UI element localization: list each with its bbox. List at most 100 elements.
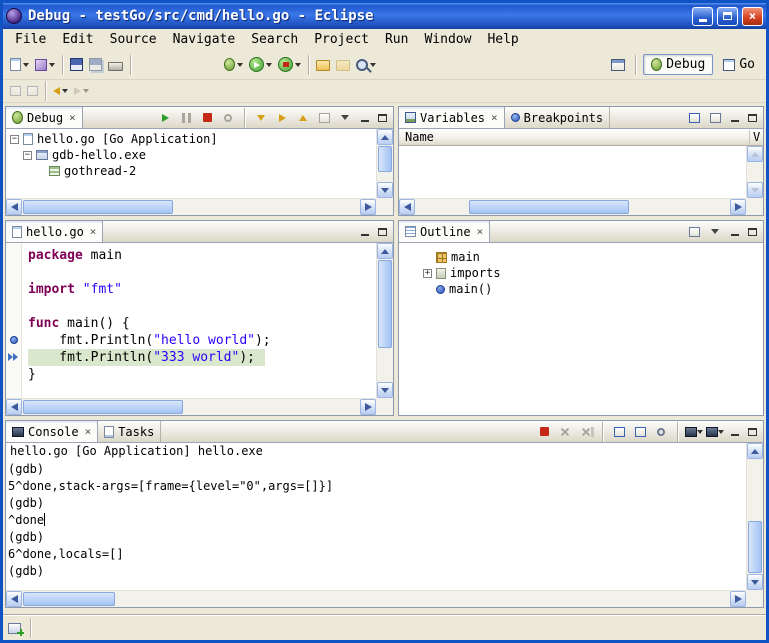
sort-button[interactable]	[685, 223, 703, 240]
disconnect-button[interactable]	[219, 109, 237, 126]
titlebar[interactable]: Debug - testGo/src/cmd/hello.go - Eclips…	[3, 3, 766, 29]
new-button[interactable]	[7, 53, 32, 77]
open-folder-button[interactable]	[313, 53, 333, 77]
tab-close-icon[interactable]: ×	[477, 225, 484, 238]
editor-ruler[interactable]	[6, 243, 22, 398]
variables-vertical-scrollbar[interactable]	[746, 146, 763, 198]
remove-all-launches-button[interactable]	[577, 423, 595, 440]
tab-close-icon[interactable]: ×	[85, 425, 92, 438]
remove-launch-button[interactable]	[556, 423, 574, 440]
debug-tree-item[interactable]: gothread-2	[6, 163, 376, 179]
open-console-button[interactable]	[706, 423, 724, 440]
tab-outline[interactable]: Outline ×	[399, 221, 490, 242]
maximize-view-button[interactable]	[745, 425, 760, 439]
tab-close-icon[interactable]: ×	[491, 111, 498, 124]
step-filters-button[interactable]	[315, 109, 333, 126]
minimize-view-button[interactable]	[357, 111, 372, 125]
debug-tree-item[interactable]: −hello.go [Go Application]	[6, 131, 376, 147]
terminate-console-button[interactable]	[535, 423, 553, 440]
breakpoint-icon[interactable]	[10, 336, 18, 344]
scrollbar-thumb[interactable]	[23, 400, 183, 414]
scroll-down-button[interactable]	[377, 182, 393, 198]
step-over-button[interactable]	[273, 109, 291, 126]
minimize-view-button[interactable]	[727, 111, 742, 125]
search-button[interactable]	[353, 53, 379, 77]
scroll-left-button[interactable]	[6, 199, 22, 215]
forward-button[interactable]	[71, 79, 92, 103]
outline-item[interactable]: main	[423, 249, 761, 265]
save-all-button[interactable]	[86, 53, 105, 77]
minimize-view-button[interactable]	[727, 225, 742, 239]
scroll-up-button[interactable]	[747, 443, 763, 459]
outline-item[interactable]: main()	[423, 281, 761, 297]
scroll-left-button[interactable]	[6, 399, 22, 415]
menu-navigate[interactable]: Navigate	[165, 30, 244, 49]
tab-variables[interactable]: Variables×	[399, 107, 505, 128]
fast-view-button[interactable]	[8, 623, 21, 634]
step-into-button[interactable]	[252, 109, 270, 126]
back-button[interactable]	[50, 79, 71, 103]
menu-window[interactable]: Window	[416, 30, 479, 49]
scroll-right-button[interactable]	[360, 199, 376, 215]
menu-run[interactable]: Run	[377, 30, 416, 49]
debug-tree-item[interactable]: −gdb-hello.exe	[6, 147, 376, 163]
scroll-up-button[interactable]	[377, 129, 393, 145]
expander-icon[interactable]: +	[423, 269, 432, 278]
run-button[interactable]	[246, 53, 275, 77]
scroll-down-button[interactable]	[377, 382, 393, 398]
editor-body[interactable]: package main import "fmt" func main() { …	[6, 243, 393, 415]
external-tools-button[interactable]	[275, 53, 304, 77]
editor-code[interactable]: package main import "fmt" func main() { …	[22, 243, 376, 398]
window-close-button[interactable]: ×	[742, 7, 763, 26]
pin-console-button[interactable]	[652, 423, 670, 440]
tab-close-icon[interactable]: ×	[90, 225, 97, 238]
scroll-up-button[interactable]	[747, 146, 763, 162]
tab-close-icon[interactable]: ×	[69, 111, 76, 124]
column-name[interactable]: Name	[399, 130, 749, 144]
scroll-up-button[interactable]	[377, 243, 393, 259]
menu-file[interactable]: File	[7, 30, 54, 49]
debug-button[interactable]	[221, 53, 246, 77]
view-menu-button[interactable]	[336, 109, 354, 126]
show-logical-structure-button[interactable]	[685, 109, 703, 126]
terminate-button[interactable]	[198, 109, 216, 126]
skip-breakpoints-button[interactable]	[7, 79, 24, 103]
display-console-button[interactable]	[685, 423, 703, 440]
instruction-pointer-icon[interactable]	[8, 353, 20, 361]
perspective-debug-button[interactable]: Debug	[643, 54, 713, 75]
open-resource-button[interactable]	[333, 53, 353, 77]
menu-project[interactable]: Project	[306, 30, 377, 49]
step-return-button[interactable]	[294, 109, 312, 126]
maximize-view-button[interactable]	[745, 225, 760, 239]
tab-tasks[interactable]: Tasks	[98, 421, 161, 442]
debug-vertical-scrollbar[interactable]	[376, 129, 393, 198]
expander-icon[interactable]: −	[10, 135, 19, 144]
console-body[interactable]: hello.go [Go Application] hello.exe (gdb…	[6, 443, 763, 607]
menu-source[interactable]: Source	[102, 30, 165, 49]
variables-column-header[interactable]: Name V	[399, 129, 763, 146]
tab-breakpoints[interactable]: Breakpoints	[505, 107, 610, 128]
scroll-lock-button[interactable]	[631, 423, 649, 440]
maximize-view-button[interactable]	[375, 225, 390, 239]
scroll-left-button[interactable]	[6, 591, 22, 607]
print-button[interactable]	[105, 53, 126, 77]
window-minimize-button[interactable]	[692, 7, 713, 26]
open-perspective-button[interactable]	[608, 53, 628, 77]
console-lines[interactable]: (gdb)5^done,stack-args=[frame={level="0"…	[8, 461, 746, 590]
editor-vertical-scrollbar[interactable]	[376, 243, 393, 398]
save-button[interactable]	[67, 53, 86, 77]
view-menu-button[interactable]	[706, 223, 724, 240]
editor-horizontal-scrollbar[interactable]	[6, 398, 376, 415]
resume-button[interactable]	[156, 109, 174, 126]
menu-edit[interactable]: Edit	[54, 30, 101, 49]
column-value[interactable]: V	[749, 130, 763, 144]
debug-horizontal-scrollbar[interactable]	[6, 198, 376, 215]
expander-icon[interactable]: −	[23, 151, 32, 160]
scroll-down-button[interactable]	[747, 182, 763, 198]
perspective-go-button[interactable]: Go	[716, 55, 762, 74]
minimize-view-button[interactable]	[727, 425, 742, 439]
scroll-right-button[interactable]	[360, 399, 376, 415]
scroll-left-button[interactable]	[399, 199, 415, 215]
clear-console-button[interactable]	[610, 423, 628, 440]
maximize-view-button[interactable]	[375, 111, 390, 125]
